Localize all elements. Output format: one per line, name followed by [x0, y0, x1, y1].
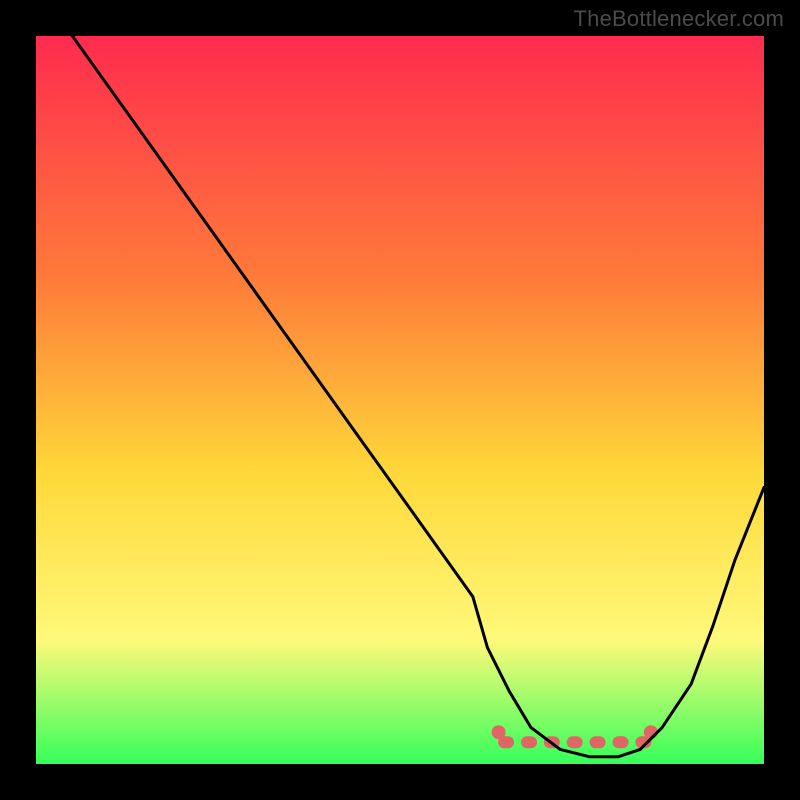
chart-svg: [0, 0, 800, 800]
plot-area: [36, 36, 764, 764]
valley-dash: [567, 736, 583, 748]
valley-dash: [521, 736, 537, 748]
chart-container: TheBottlenecker.com: [0, 0, 800, 800]
valley-endcap: [492, 725, 506, 739]
valley-dash: [590, 736, 606, 748]
watermark-text: TheBottlenecker.com: [574, 6, 784, 32]
valley-dash: [613, 736, 629, 748]
